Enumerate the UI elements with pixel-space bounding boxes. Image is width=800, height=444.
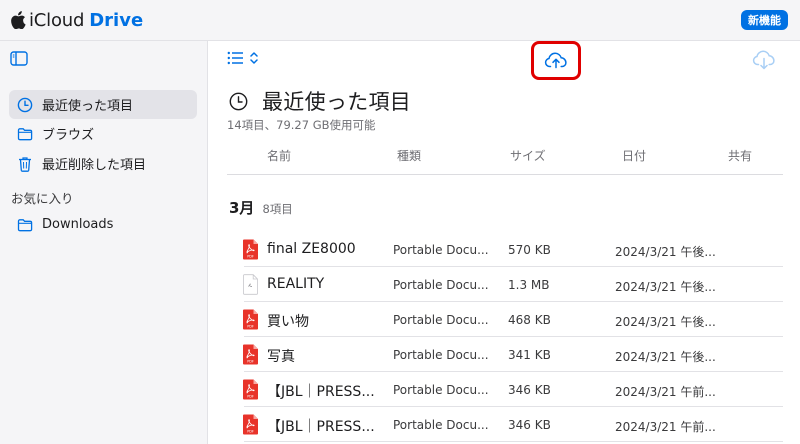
file-name: 【JBL｜PRESS...	[267, 419, 375, 435]
column-header-kind[interactable]: 種類	[397, 147, 421, 164]
favorites-heading: お気に入り	[11, 191, 74, 206]
document-icon	[243, 274, 258, 295]
sidebar-toggle-icon[interactable]	[10, 51, 28, 66]
trash-icon	[19, 156, 31, 172]
file-name: 買い物	[267, 314, 309, 330]
column-header-size[interactable]: サイズ	[510, 147, 546, 164]
pdf-icon: PDF	[243, 309, 258, 330]
sidebar-item-label: ブラウズ	[42, 128, 95, 143]
group-month: 3月	[229, 199, 255, 217]
brand[interactable]: iCloud Drive	[10, 9, 143, 31]
folder-icon	[17, 127, 33, 140]
sidebar-item-label: Downloads	[42, 217, 114, 232]
file-row[interactable]: PDF 【JBL｜PRESS... Portable Docu... 346 KB 20…	[227, 372, 783, 407]
file-date: 2024/3/21 午前...	[615, 385, 716, 399]
sort-chevron-icon	[250, 52, 258, 64]
file-name: 【JBL｜PRESS...	[267, 384, 375, 400]
view-options-button[interactable]	[227, 51, 259, 65]
file-row[interactable]: PDF final ZE8000 Portable Docu... 570 KB 202…	[227, 232, 783, 267]
new-features-button[interactable]: 新機能	[741, 10, 788, 30]
column-header-shared[interactable]: 共有	[728, 147, 752, 164]
page-title: 最近使った項目	[262, 90, 412, 114]
svg-text:PDF: PDF	[247, 395, 254, 399]
svg-text:PDF: PDF	[247, 325, 254, 329]
svg-text:PDF: PDF	[247, 255, 254, 259]
file-date: 2024/3/21 午前...	[615, 420, 716, 434]
file-kind: Portable Docu...	[393, 348, 489, 362]
file-size: 346 KB	[508, 383, 551, 397]
file-date: 2024/3/21 午後...	[615, 280, 716, 294]
top-bar: iCloud Drive 新機能	[0, 0, 800, 41]
pdf-icon: PDF	[243, 344, 258, 365]
file-kind: Portable Docu...	[393, 278, 489, 292]
pdf-icon: PDF	[243, 379, 258, 400]
group-count: 8項目	[262, 202, 293, 216]
file-kind: Portable Docu...	[393, 243, 489, 257]
file-row[interactable]: REALITY Portable Docu... 1.3 MB 2024/3/21 午…	[227, 267, 783, 302]
file-name: final ZE8000	[267, 241, 356, 257]
sidebar-item-downloads[interactable]: Downloads	[9, 210, 197, 239]
apple-logo-icon	[11, 11, 26, 29]
file-size: 341 KB	[508, 348, 551, 362]
folder-icon	[17, 218, 33, 231]
sidebar: 最近使った項目 ブラウズ 最近削除した項目 お気に入り Downloads	[0, 41, 208, 444]
sidebar-item-label: 最近使った項目	[42, 99, 134, 114]
file-size: 468 KB	[508, 313, 551, 327]
upload-button[interactable]	[542, 49, 570, 71]
file-row[interactable]: PDF 【JBL｜PRESS... Portable Docu... 346 KB 20…	[227, 407, 783, 442]
file-size: 346 KB	[508, 418, 551, 432]
row-divider	[244, 441, 783, 442]
storage-summary: 14項目、79.27 GB使用可能	[227, 118, 376, 132]
file-size: 1.3 MB	[508, 278, 550, 292]
file-kind: Portable Docu...	[393, 383, 489, 397]
file-date: 2024/3/21 午後...	[615, 245, 716, 259]
file-date: 2024/3/21 午後...	[615, 315, 716, 329]
clock-icon	[17, 97, 33, 112]
list-view-icon	[227, 51, 243, 65]
pdf-icon: PDF	[243, 239, 258, 260]
pdf-icon: PDF	[243, 414, 258, 435]
file-row[interactable]: PDF 買い物 Portable Docu... 468 KB 2024/3/21 午後…	[227, 302, 783, 337]
sidebar-item-browse[interactable]: ブラウズ	[9, 119, 197, 148]
group-header: 3月 8項目	[229, 197, 293, 218]
main-content: 最近使った項目 14項目、79.27 GB使用可能 名前 種類 サイズ 日付 共…	[209, 41, 800, 444]
brand-icloud: iCloud	[29, 9, 85, 31]
sidebar-item-label: 最近削除した項目	[42, 158, 147, 173]
file-size: 570 KB	[508, 243, 551, 257]
header-divider	[227, 174, 783, 175]
file-kind: Portable Docu...	[393, 313, 489, 327]
file-kind: Portable Docu...	[393, 418, 489, 432]
cloud-upload-icon	[544, 52, 567, 69]
file-date: 2024/3/21 午後...	[615, 350, 716, 364]
file-name: 写真	[267, 349, 295, 365]
clock-icon	[229, 92, 248, 110]
svg-text:PDF: PDF	[247, 430, 254, 434]
file-name: REALITY	[267, 276, 325, 292]
sidebar-item-recently-deleted[interactable]: 最近削除した項目	[9, 149, 197, 178]
cloud-download-icon	[752, 50, 775, 70]
brand-drive: Drive	[89, 9, 144, 31]
svg-text:PDF: PDF	[247, 360, 254, 364]
sidebar-item-recents[interactable]: 最近使った項目	[9, 90, 197, 119]
download-button[interactable]	[752, 50, 776, 70]
page-heading: 最近使った項目	[229, 86, 411, 116]
column-header-name[interactable]: 名前	[267, 147, 291, 164]
file-row[interactable]: PDF 写真 Portable Docu... 341 KB 2024/3/21 午後.…	[227, 337, 783, 372]
column-header-date[interactable]: 日付	[622, 147, 646, 164]
